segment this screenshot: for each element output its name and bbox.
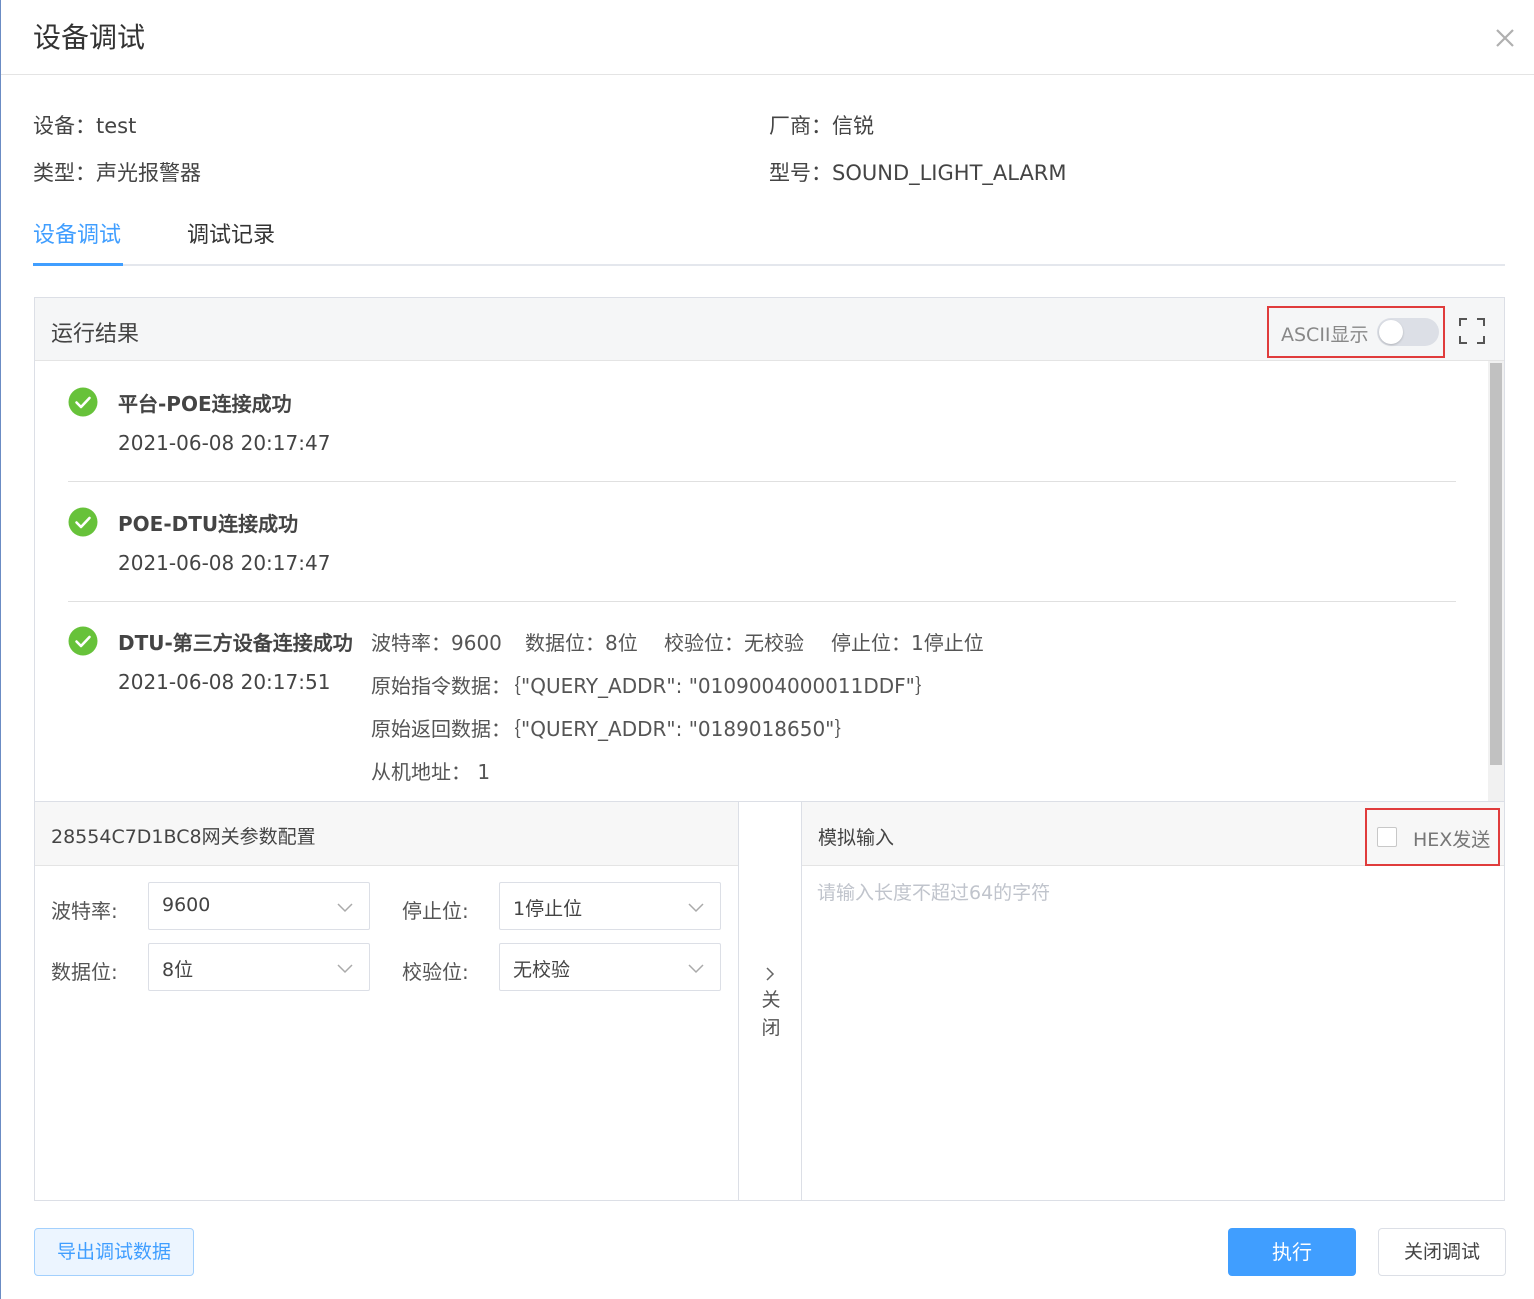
log-divider: [68, 601, 1456, 602]
device-label: 设备：: [33, 114, 96, 138]
ascii-toggle-highlight: ASCII显示: [1267, 306, 1445, 358]
hex-send-label[interactable]: HEX发送: [1413, 825, 1490, 852]
log-baud: 波特率：9600: [371, 631, 502, 655]
log-time: 2021-06-08 20:17:47: [118, 551, 331, 575]
chevron-down-icon: [688, 903, 704, 913]
vendor-label: 厂商：: [769, 114, 832, 138]
device-value: test: [96, 114, 137, 138]
tab-bar: 设备调试 调试记录: [33, 218, 1505, 266]
collapse-label: 关闭: [761, 989, 781, 1039]
success-check-icon: [68, 507, 98, 537]
log-title: 平台-POE连接成功: [118, 392, 292, 416]
result-scrollbar[interactable]: [1488, 361, 1504, 801]
success-check-icon: [68, 626, 98, 656]
chevron-down-icon: [337, 903, 353, 913]
log-raw-response: 原始返回数据：｛"QUERY_ADDR": "0189018650"｝: [371, 717, 855, 741]
success-check-icon: [68, 387, 98, 417]
databits-label: 数据位:: [51, 960, 118, 984]
log-parity: 校验位：无校验: [664, 631, 804, 655]
chevron-right-icon: [766, 967, 775, 981]
device-info: 设备：test: [33, 110, 136, 140]
baud-select[interactable]: 9600: [148, 882, 370, 930]
switch-knob: [1379, 320, 1403, 344]
sim-title: 模拟输入: [818, 827, 895, 849]
hex-send-checkbox[interactable]: [1377, 827, 1397, 847]
log-databits: 数据位：8位: [525, 631, 638, 655]
tab-device-debug[interactable]: 设备调试: [33, 218, 121, 264]
log-time: 2021-06-08 20:17:51: [118, 670, 331, 694]
type-info: 类型：声光报警器: [33, 157, 201, 187]
hex-send-highlight: HEX发送: [1365, 808, 1500, 866]
sim-input-textarea[interactable]: [802, 866, 1504, 1200]
model-info: 型号：SOUND_LIGHT_ALARM: [769, 157, 1067, 187]
config-header: 28554C7D1BC8网关参数配置: [35, 802, 738, 866]
databits-select[interactable]: 8位: [148, 943, 370, 991]
dialog-title: 设备调试: [33, 21, 146, 54]
result-header: 运行结果 ASCII显示: [35, 298, 1504, 361]
close-icon[interactable]: [1489, 22, 1521, 54]
vendor-value: 信锐: [832, 114, 874, 138]
tab-debug-records[interactable]: 调试记录: [187, 218, 275, 264]
run-result-panel: 运行结果 ASCII显示 平台-POE连接成功 2021-06-08 20:17…: [34, 297, 1505, 802]
scrollbar-thumb[interactable]: [1490, 363, 1502, 765]
collapse-toggle[interactable]: 关闭: [739, 801, 802, 1201]
stopbits-select-value: 1停止位: [513, 898, 583, 920]
sim-header: 模拟输入 HEX发送: [802, 802, 1504, 866]
databits-select-value: 8位: [162, 959, 194, 981]
type-label: 类型：: [33, 161, 96, 185]
active-tab-indicator: [33, 263, 123, 266]
log-time: 2021-06-08 20:17:47: [118, 431, 331, 455]
result-title: 运行结果: [51, 322, 140, 347]
stopbits-select[interactable]: 1停止位: [499, 882, 721, 930]
stopbits-label: 停止位:: [402, 899, 469, 923]
export-debug-data-button[interactable]: 导出调试数据: [34, 1228, 194, 1276]
chevron-down-icon: [337, 964, 353, 974]
model-label: 型号：: [769, 161, 832, 185]
parity-select[interactable]: 无校验: [499, 943, 721, 991]
model-value: SOUND_LIGHT_ALARM: [832, 161, 1067, 185]
parity-select-value: 无校验: [513, 959, 571, 981]
log-stopbits: 停止位：1停止位: [831, 631, 984, 655]
run-button[interactable]: 执行: [1228, 1228, 1356, 1276]
type-value: 声光报警器: [96, 161, 201, 185]
dialog-header: 设备调试: [1, 0, 1534, 75]
simulated-input-panel: 模拟输入 HEX发送: [801, 801, 1505, 1201]
ascii-label: ASCII显示: [1281, 324, 1369, 346]
parity-label: 校验位:: [402, 960, 469, 984]
baud-select-value: 9600: [162, 894, 211, 916]
baud-label: 波特率:: [51, 899, 118, 923]
close-debug-button[interactable]: 关闭调试: [1378, 1228, 1506, 1276]
log-divider: [68, 481, 1456, 482]
log-raw-command: 原始指令数据：｛"QUERY_ADDR": "0109004000011DDF"…: [371, 674, 935, 698]
ascii-switch[interactable]: [1377, 318, 1439, 346]
config-title: 28554C7D1BC8网关参数配置: [51, 826, 316, 848]
log-title: DTU-第三方设备连接成功: [118, 631, 353, 655]
chevron-down-icon: [688, 964, 704, 974]
log-title: POE-DTU连接成功: [118, 512, 299, 536]
fullscreen-icon[interactable]: [1457, 316, 1487, 346]
vendor-info: 厂商：信锐: [769, 110, 874, 140]
gateway-config-panel: 28554C7D1BC8网关参数配置 波特率: 9600 停止位: 1停止位 数…: [34, 801, 739, 1201]
log-slave-address: 从机地址： 1: [371, 760, 491, 784]
device-debug-dialog: 设备调试 设备：test 厂商：信锐 类型：声光报警器 型号：SOUND_LIG…: [0, 0, 1534, 1299]
